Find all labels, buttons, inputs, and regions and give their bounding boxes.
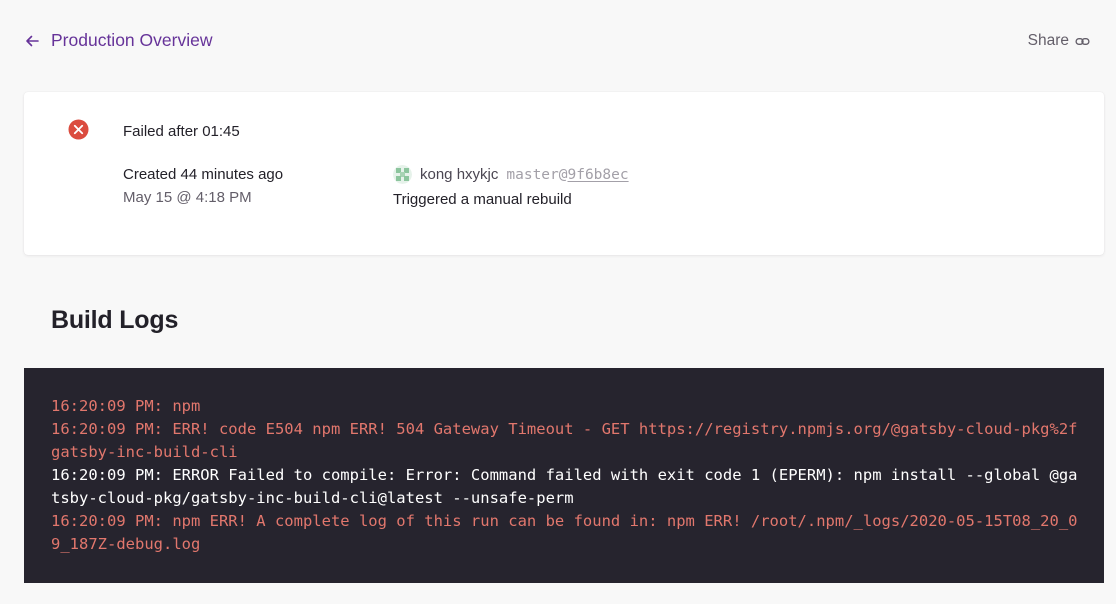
log-line: 16:20:09 PM: ERROR Failed to compile: Er… — [51, 466, 1078, 507]
share-button[interactable]: Share — [1028, 32, 1090, 50]
branch-ref: master@9f6b8ec — [506, 167, 628, 183]
build-status: Failed after 01:45 — [123, 123, 240, 140]
top-bar: Production Overview Share — [24, 30, 1090, 56]
commit-author: kong hxykjc — [420, 166, 499, 183]
back-link[interactable]: Production Overview — [24, 30, 212, 51]
build-log-terminal[interactable]: 16:20:09 PM: npm 16:20:09 PM: ERR! code E… — [24, 368, 1104, 583]
error-circle-icon — [68, 119, 89, 140]
avatar — [393, 165, 412, 184]
section-title: Build Logs — [51, 306, 179, 334]
link-icon — [1075, 37, 1090, 45]
log-line: 16:20:09 PM: npm ERR! A complete log of … — [51, 512, 1078, 553]
commit-info: kong hxykjc master@9f6b8ec — [393, 165, 629, 184]
build-summary-card: Failed after 01:45 Created 44 minutes ag… — [24, 92, 1104, 255]
log-output: 16:20:09 PM: npm 16:20:09 PM: ERR! code E… — [51, 395, 1081, 556]
log-line: 16:20:09 PM: ERR! code E504 npm ERR! 504… — [51, 420, 1078, 461]
arrow-left-icon — [26, 35, 39, 46]
branch-name: master@ — [506, 166, 568, 183]
log-line: 16:20:09 PM: npm — [51, 397, 201, 415]
back-link-label: Production Overview — [51, 30, 213, 50]
trigger-description: Triggered a manual rebuild — [393, 191, 572, 208]
created-date: May 15 @ 4:18 PM — [123, 189, 252, 206]
share-label: Share — [1027, 32, 1069, 49]
created-time: Created 44 minutes ago — [123, 166, 284, 183]
commit-sha-link[interactable]: 9f6b8ec — [567, 167, 628, 183]
